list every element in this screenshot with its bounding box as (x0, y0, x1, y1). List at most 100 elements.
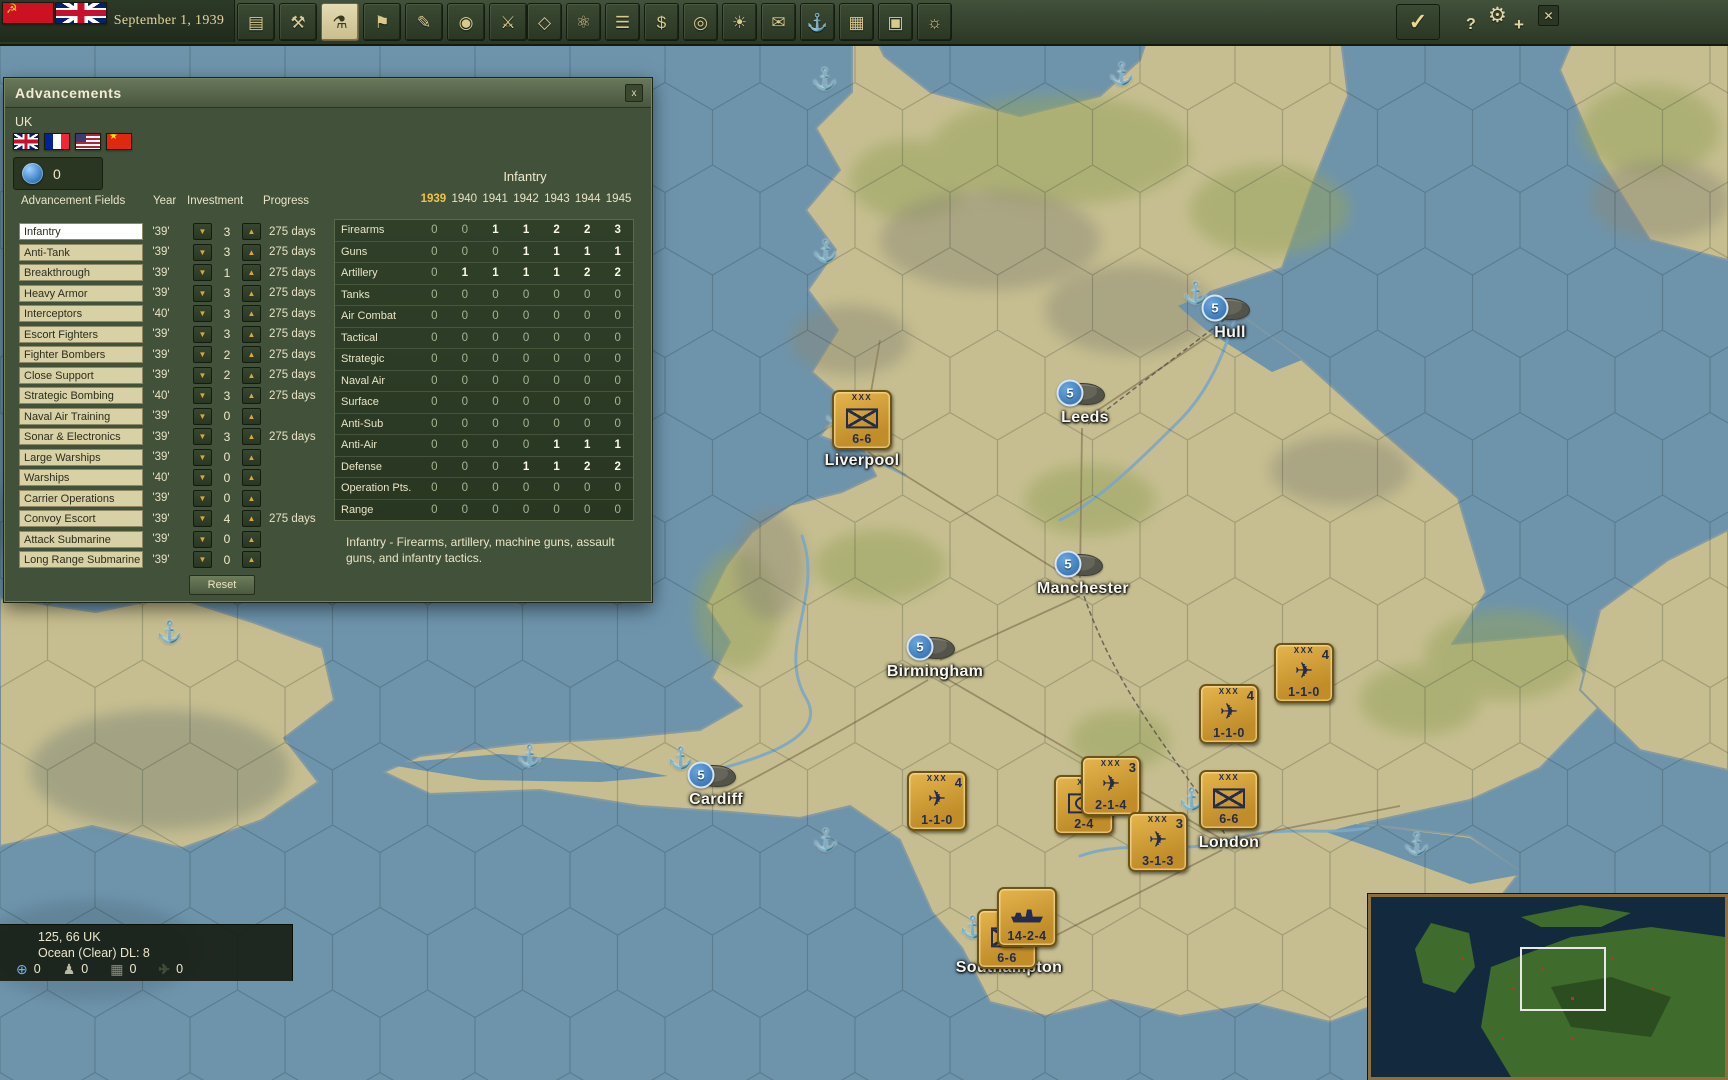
research-globe-icon[interactable] (22, 163, 43, 184)
settings-gear-icon[interactable]: ⚙ (1488, 3, 1507, 28)
year-tab-1942[interactable]: 1942 (511, 193, 542, 205)
field-label[interactable]: Large Warships (19, 449, 143, 466)
decrease-investment-button[interactable]: ▼ (193, 408, 212, 425)
increase-investment-button[interactable]: ▲ (242, 346, 261, 363)
increase-investment-button[interactable]: ▲ (242, 551, 261, 568)
field-label[interactable]: Warships (19, 469, 143, 486)
intelligence-button[interactable]: ◉ (447, 3, 485, 41)
unit-grid-button[interactable]: ▦ (839, 3, 874, 41)
increase-investment-button[interactable]: ▲ (242, 326, 261, 343)
city-label-cardiff[interactable]: Cardiff (689, 791, 743, 809)
help-button[interactable]: ? (1466, 16, 1476, 34)
minimap[interactable] (1368, 894, 1728, 1080)
field-label[interactable]: Escort Fighters (19, 326, 143, 343)
year-tab-1940[interactable]: 1940 (449, 193, 480, 205)
city-label-liverpool[interactable]: Liverpool (825, 452, 900, 470)
decrease-investment-button[interactable]: ▼ (193, 428, 212, 445)
field-label[interactable]: Infantry (19, 223, 143, 240)
france-flag-icon[interactable] (44, 133, 70, 150)
year-tab-1939[interactable]: 1939 (418, 193, 449, 205)
decrease-investment-button[interactable]: ▼ (193, 244, 212, 261)
strategy-button[interactable]: ◎ (683, 3, 718, 41)
year-tab-1943[interactable]: 1943 (541, 193, 572, 205)
reports-button[interactable]: ✎ (405, 3, 443, 41)
select-frame-button[interactable]: ▣ (878, 3, 913, 41)
increase-investment-button[interactable]: ▲ (242, 449, 261, 466)
infantry-unit[interactable]: XXX6-6 (832, 390, 892, 450)
field-label[interactable]: Interceptors (19, 305, 143, 322)
city-label-leeds[interactable]: Leeds (1061, 409, 1109, 427)
increase-investment-button[interactable]: ▲ (242, 428, 261, 445)
decrease-investment-button[interactable]: ▼ (193, 449, 212, 466)
military-button[interactable]: ⚔ (489, 3, 527, 41)
field-label[interactable]: Strategic Bombing (19, 387, 143, 404)
field-label[interactable]: Heavy Armor (19, 285, 143, 302)
close-app-button[interactable]: ✕ (1538, 5, 1559, 26)
weather-button[interactable]: ☀ (722, 3, 757, 41)
decrease-investment-button[interactable]: ▼ (193, 551, 212, 568)
china-flag-icon[interactable]: ★ (106, 133, 132, 150)
field-label[interactable]: Close Support (19, 367, 143, 384)
decrease-investment-button[interactable]: ▼ (193, 531, 212, 548)
decrease-investment-button[interactable]: ▼ (193, 326, 212, 343)
transport-button[interactable]: ☰ (605, 3, 640, 41)
field-label[interactable]: Naval Air Training (19, 408, 143, 425)
field-label[interactable]: Sonar & Electronics (19, 428, 143, 445)
field-label[interactable]: Carrier Operations (19, 490, 143, 507)
increase-investment-button[interactable]: ▲ (242, 387, 261, 404)
decrease-investment-button[interactable]: ▼ (193, 367, 212, 384)
decrease-investment-button[interactable]: ▼ (193, 285, 212, 302)
year-tab-1945[interactable]: 1945 (603, 193, 634, 205)
decrease-investment-button[interactable]: ▼ (193, 305, 212, 322)
economy-button[interactable]: $ (644, 3, 679, 41)
field-label[interactable]: Anti-Tank (19, 244, 143, 261)
end-turn-button[interactable]: ✓ (1396, 4, 1440, 40)
increase-investment-button[interactable]: ▲ (242, 305, 261, 322)
increase-investment-button[interactable]: ▲ (242, 223, 261, 240)
air-unit[interactable]: XXX✈41-1-0 (1274, 643, 1334, 703)
increase-investment-button[interactable]: ▲ (242, 285, 261, 302)
decrease-investment-button[interactable]: ▼ (193, 469, 212, 486)
decrease-investment-button[interactable]: ▼ (193, 490, 212, 507)
field-label[interactable]: Attack Submarine (19, 531, 143, 548)
air-unit[interactable]: XXX✈41-1-0 (907, 771, 967, 831)
city-label-hull[interactable]: Hull (1214, 324, 1245, 342)
messages-button[interactable]: ✉ (761, 3, 796, 41)
year-tab-1944[interactable]: 1944 (572, 193, 603, 205)
increase-investment-button[interactable]: ▲ (242, 510, 261, 527)
decrease-investment-button[interactable]: ▼ (193, 510, 212, 527)
field-label[interactable]: Convoy Escort (19, 510, 143, 527)
diplomacy-button[interactable]: ⚑ (363, 3, 401, 41)
resources-button[interactable]: ⚛ (566, 3, 601, 41)
year-tab-1941[interactable]: 1941 (480, 193, 511, 205)
increase-investment-button[interactable]: ▲ (242, 367, 261, 384)
field-label[interactable]: Long Range Submarine (19, 551, 143, 568)
ship-unit[interactable]: 14-2-4 (997, 887, 1057, 947)
city-label-manchester[interactable]: Manchester (1037, 580, 1129, 598)
combat-button[interactable]: ☼ (917, 3, 952, 41)
increase-investment-button[interactable]: ▲ (242, 490, 261, 507)
reset-button[interactable]: Reset (189, 575, 255, 595)
increase-investment-button[interactable]: ▲ (242, 531, 261, 548)
air-unit[interactable]: XXX✈33-1-3 (1128, 812, 1188, 872)
field-label[interactable]: Breakthrough (19, 264, 143, 281)
close-panel-button[interactable]: x (625, 84, 643, 102)
city-label-london[interactable]: London (1199, 834, 1259, 852)
hex-info-button[interactable]: ◇ (527, 3, 562, 41)
research-button[interactable]: ⚗ (321, 3, 359, 41)
field-label[interactable]: Fighter Bombers (19, 346, 143, 363)
increase-investment-button[interactable]: ▲ (242, 408, 261, 425)
air-unit[interactable]: XXX✈32-1-4 (1081, 756, 1141, 816)
decrease-investment-button[interactable]: ▼ (193, 387, 212, 404)
decrease-investment-button[interactable]: ▼ (193, 264, 212, 281)
naval-button[interactable]: ⚓ (800, 3, 835, 41)
increase-investment-button[interactable]: ▲ (242, 469, 261, 486)
uk-flag-icon[interactable] (13, 133, 39, 150)
air-unit[interactable]: XXX✈41-1-0 (1199, 684, 1259, 744)
decrease-investment-button[interactable]: ▼ (193, 223, 212, 240)
increase-investment-button[interactable]: ▲ (242, 244, 261, 261)
infantry-unit[interactable]: XXX6-6 (1199, 770, 1259, 830)
increase-investment-button[interactable]: ▲ (242, 264, 261, 281)
production-button[interactable]: ⚒ (279, 3, 317, 41)
industry-button[interactable]: ▤ (237, 3, 275, 41)
